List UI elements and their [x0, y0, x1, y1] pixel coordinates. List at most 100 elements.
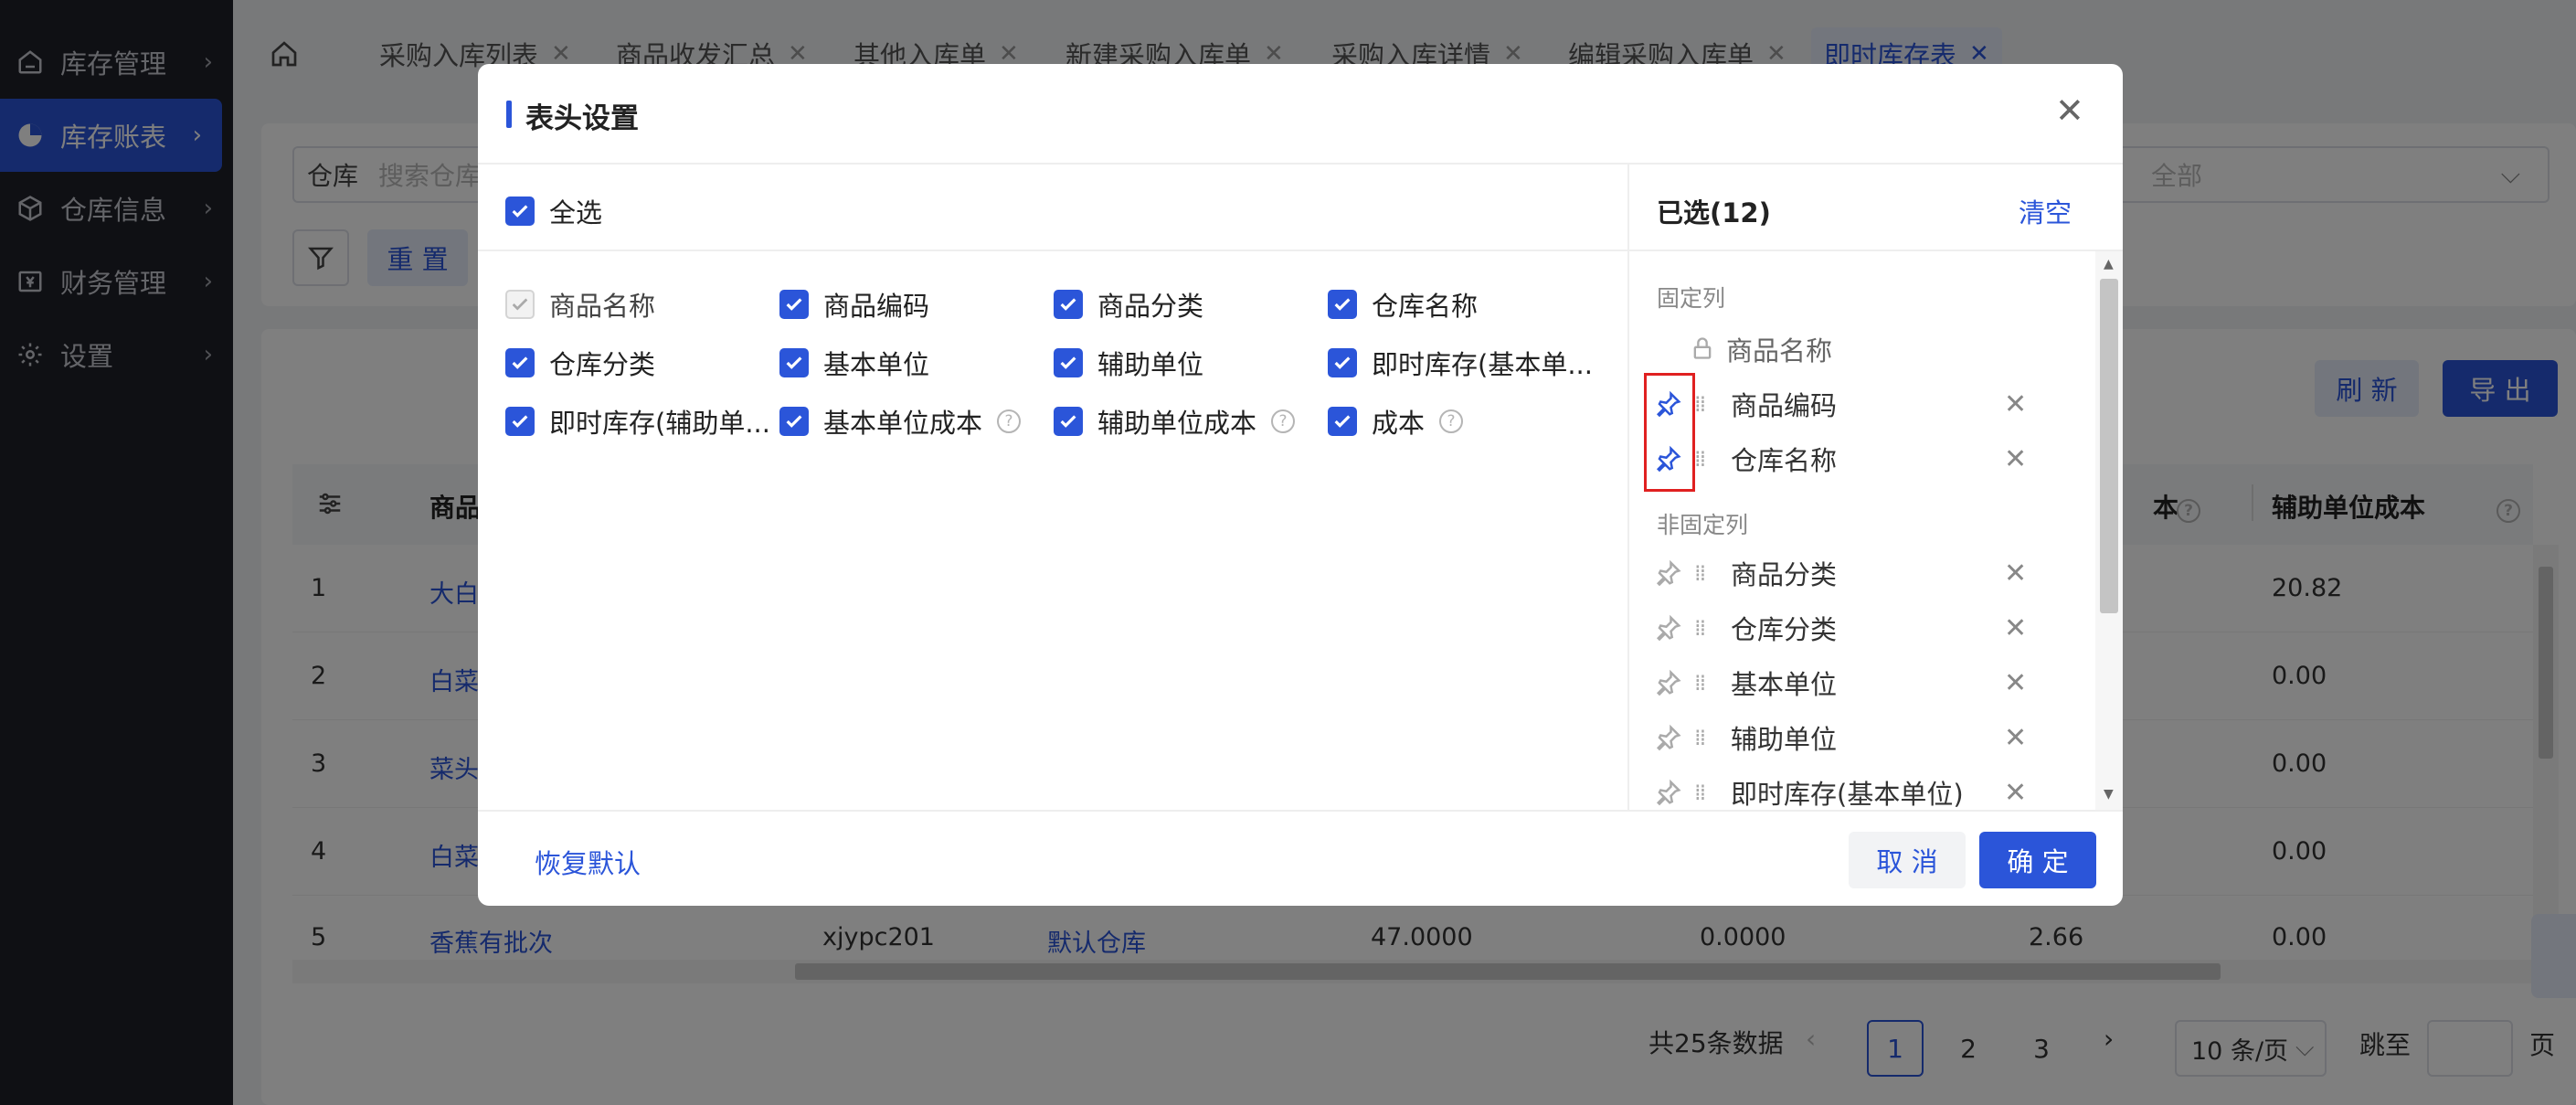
close-icon[interactable]: ✕ [2055, 93, 2084, 128]
checkbox-checked-icon [505, 407, 535, 436]
checkbox-checked-icon [1054, 348, 1083, 377]
checkbox-label: 仓库名称 [1372, 291, 1479, 322]
lock-icon [1690, 335, 1715, 367]
fixed-item-goods-name: 商品名称 [1629, 322, 2095, 377]
scrollbar-thumb[interactable] [2100, 279, 2118, 613]
pin-icon[interactable] [1655, 559, 1682, 587]
selected-list-scrollbar[interactable]: ▲ ▼ [2095, 251, 2123, 810]
checkbox-label: 即时库存(基本单... [1372, 349, 1593, 380]
confirm-button[interactable]: 确 定 [1979, 832, 2096, 888]
pin-icon[interactable] [1655, 614, 1682, 642]
remove-icon[interactable]: ✕ [2004, 667, 2027, 699]
checkbox-label: 仓库分类 [549, 349, 656, 380]
fixed-item-goods-code[interactable]: ⁞⁞ 商品编码 ✕ [1629, 377, 2095, 431]
checkbox-checked-icon [779, 348, 809, 377]
drag-handle-icon[interactable]: ⁞⁞ [1694, 560, 1706, 586]
nonfixed-item[interactable]: ⁞⁞ 即时库存(基本单位) ✕ [1629, 765, 2095, 810]
checkbox-disabled-icon [505, 290, 535, 319]
modal-footer: 恢复默认 取 消 确 定 [478, 810, 2123, 906]
nonfixed-section-label: 非固定列 [1657, 512, 1749, 538]
modal-title: 表头设置 [525, 102, 639, 135]
remove-icon[interactable]: ✕ [2004, 777, 2027, 809]
option-base-unit-cost[interactable]: 基本单位成本 ? [779, 402, 1022, 441]
option-warehouse-category[interactable]: 仓库分类 [505, 344, 655, 382]
checkbox-checked-icon [1328, 290, 1357, 319]
option-base-unit[interactable]: 基本单位 [779, 344, 929, 382]
title-accent-bar [506, 101, 512, 128]
checkbox-label: 基本单位 [823, 349, 930, 380]
checkbox-checked-icon [505, 348, 535, 377]
help-icon[interactable]: ? [1271, 409, 1296, 433]
checkbox-label: 辅助单位成本 [1097, 408, 1257, 439]
checkbox-label: 辅助单位 [1097, 349, 1204, 380]
option-aux-unit-cost[interactable]: 辅助单位成本 ? [1054, 402, 1296, 441]
fixed-item-warehouse-name[interactable]: ⁞⁞ 仓库名称 ✕ [1629, 431, 2095, 486]
checkbox-label: 即时库存(辅助单... [549, 408, 770, 439]
selected-list: 固定列 商品名称 ⁞⁞ 商品编码 ✕ ⁞⁞ 仓库名称 ✕ 非固定列 ⁞⁞ 商品分… [1629, 251, 2095, 810]
option-goods-category[interactable]: 商品分类 [1054, 285, 1203, 324]
clear-button[interactable]: 清空 [2019, 192, 2072, 230]
drag-handle-icon[interactable]: ⁞⁞ [1694, 725, 1706, 750]
drag-handle-icon[interactable]: ⁞⁞ [1694, 780, 1706, 805]
checkbox-label: 商品名称 [549, 291, 656, 322]
nonfixed-item[interactable]: ⁞⁞ 基本单位 ✕ [1629, 655, 2095, 710]
drag-handle-icon[interactable]: ⁞⁞ [1694, 446, 1706, 472]
checkbox-checked-icon [505, 197, 535, 226]
selected-header: 已选(12) 清空 [1629, 165, 2123, 251]
scroll-down-icon[interactable]: ▼ [2104, 787, 2114, 802]
option-goods-code[interactable]: 商品编码 [779, 285, 929, 324]
checkbox-checked-icon [779, 290, 809, 319]
checkbox-checked-icon [1054, 290, 1083, 319]
remove-icon[interactable]: ✕ [2004, 612, 2027, 644]
checkbox-label: 商品分类 [1097, 291, 1204, 322]
selected-columns-panel: 已选(12) 清空 固定列 商品名称 ⁞⁞ 商品编码 ✕ ⁞⁞ 仓库名称 ✕ 非… [1627, 165, 2123, 810]
restore-default-button[interactable]: 恢复默认 [535, 843, 641, 881]
remove-icon[interactable]: ✕ [2004, 558, 2027, 590]
selected-item-label: 商品名称 [1726, 335, 1833, 367]
remove-icon[interactable]: ✕ [2004, 443, 2027, 475]
option-stock-base[interactable]: 即时库存(基本单... [1328, 344, 1593, 382]
checkbox-label: 成本 [1372, 408, 1426, 439]
pin-icon[interactable] [1655, 669, 1682, 696]
fixed-section-label: 固定列 [1657, 285, 1726, 312]
checkbox-checked-icon [1328, 348, 1357, 377]
nonfixed-item[interactable]: ⁞⁞ 仓库分类 ✕ [1629, 600, 2095, 655]
help-icon[interactable]: ? [1439, 409, 1464, 433]
nonfixed-item[interactable]: ⁞⁞ 商品分类 ✕ [1629, 546, 2095, 600]
checkbox-label: 基本单位成本 [823, 408, 983, 439]
checkbox-checked-icon [779, 407, 809, 436]
checkbox-checked-icon [1328, 407, 1357, 436]
checkbox-checked-icon [1054, 407, 1083, 436]
cancel-button[interactable]: 取 消 [1849, 832, 1966, 888]
checkbox-label: 商品编码 [823, 291, 930, 322]
option-warehouse-name[interactable]: 仓库名称 [1328, 285, 1478, 324]
selected-item-label: 商品编码 [1731, 390, 1838, 421]
modal-header: 表头设置 ✕ [478, 64, 2123, 165]
select-all-row: 全选 [478, 165, 1627, 251]
drag-handle-icon[interactable]: ⁞⁞ [1694, 391, 1706, 417]
selected-item-label: 商品分类 [1731, 559, 1838, 590]
drag-handle-icon[interactable]: ⁞⁞ [1694, 670, 1706, 696]
selected-count-title: 已选(12) [1657, 197, 1771, 228]
selected-item-label: 仓库分类 [1731, 614, 1838, 645]
scroll-up-icon[interactable]: ▲ [2104, 257, 2114, 271]
option-aux-unit[interactable]: 辅助单位 [1054, 344, 1203, 382]
remove-icon[interactable]: ✕ [2004, 388, 2027, 420]
checkbox-label: 全选 [549, 197, 603, 228]
selected-item-label: 仓库名称 [1731, 445, 1838, 476]
pin-icon[interactable] [1655, 724, 1682, 751]
nonfixed-item[interactable]: ⁞⁞ 辅助单位 ✕ [1629, 710, 2095, 765]
drag-handle-icon[interactable]: ⁞⁞ [1694, 615, 1706, 641]
selected-item-label: 辅助单位 [1731, 724, 1838, 755]
selected-item-label: 基本单位 [1731, 669, 1838, 700]
option-cost[interactable]: 成本 ? [1328, 402, 1464, 441]
pin-icon[interactable] [1655, 779, 1682, 806]
remove-icon[interactable]: ✕ [2004, 722, 2027, 754]
help-icon[interactable]: ? [997, 409, 1022, 433]
select-all-checkbox[interactable]: 全选 [505, 192, 602, 230]
option-goods-name: 商品名称 [505, 285, 655, 324]
pin-highlight-box [1644, 373, 1695, 492]
selected-item-label: 即时库存(基本单位) [1731, 779, 1964, 810]
option-stock-aux[interactable]: 即时库存(辅助单... [505, 402, 770, 441]
column-settings-modal: 表头设置 ✕ 全选 商品名称 商品编码 商品分类 仓库名称 仓库分类 基本单位 … [478, 64, 2123, 906]
